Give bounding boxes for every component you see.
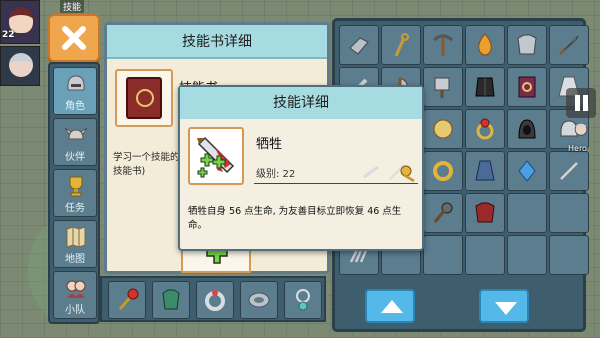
steel-armor-icon <box>517 34 537 55</box>
inventory-slot[interactable] <box>381 25 421 65</box>
hero-portrait-icon <box>574 123 588 136</box>
mace-icon <box>433 202 453 223</box>
ruby-staff-icon <box>118 288 139 310</box>
ruby-ring-icon <box>476 118 494 140</box>
skill-detail-dialog: 技能详细 牺牲 级别: 22 牺牲自身 56 点生命, 为友善目标立即恢复 46… <box>178 85 424 251</box>
hero-label: Hero <box>568 144 587 153</box>
skill-description: 牺牲自身 56 点生命, 为友善目标立即恢复 46 点生命。 <box>188 206 402 231</box>
inventory-slot[interactable] <box>507 193 547 233</box>
quick-slot[interactable] <box>240 281 278 319</box>
skill-icon-frame <box>188 127 244 185</box>
spell-book-icon <box>518 76 536 98</box>
inventory-slot[interactable] <box>549 25 589 65</box>
inventory-slot[interactable] <box>465 67 505 107</box>
inventory-slot[interactable] <box>423 25 463 65</box>
inventory-slot[interactable] <box>423 193 463 233</box>
nav-label: 伙伴 <box>65 152 85 163</box>
inventory-slot[interactable] <box>549 151 589 191</box>
blue-gem-icon <box>518 160 536 182</box>
helmet-icon <box>67 75 85 91</box>
quick-slot[interactable] <box>108 281 146 319</box>
nav-label: 小队 <box>65 305 85 316</box>
silver-ring-icon <box>205 290 225 311</box>
fire-gem-icon <box>478 33 492 56</box>
inventory-slot[interactable] <box>507 235 547 275</box>
inventory-slot[interactable] <box>423 67 463 107</box>
scroll-down-button[interactable] <box>479 289 529 323</box>
skill-book-icon <box>126 77 162 119</box>
nav-item-party[interactable]: 小队 <box>53 271 97 319</box>
inventory-slot[interactable] <box>465 109 505 149</box>
blue-cloak-icon <box>475 160 495 181</box>
quick-slot[interactable] <box>284 281 322 319</box>
skill-name: 牺牲 <box>256 137 283 152</box>
nav-item-map[interactable]: 地图 <box>53 220 97 268</box>
inventory-slot[interactable] <box>465 151 505 191</box>
inventory-slot[interactable] <box>423 109 463 149</box>
nav-label: 任务 <box>65 203 85 214</box>
close-button[interactable] <box>48 14 100 62</box>
quick-bar <box>100 276 326 322</box>
hood-icon <box>518 119 536 139</box>
trophy-icon <box>69 176 83 197</box>
quick-slot[interactable] <box>196 281 234 319</box>
inventory-slot[interactable] <box>507 25 547 65</box>
horned-helmet-icon <box>64 127 88 140</box>
scroll-up-button[interactable] <box>365 289 415 323</box>
close-icon <box>62 26 86 50</box>
companion-portrait[interactable] <box>0 46 40 86</box>
nav-item-quest[interactable]: 任务 <box>53 169 97 217</box>
inventory-slot[interactable] <box>465 25 505 65</box>
inventory-slot[interactable] <box>423 235 463 275</box>
weapon-type-icons <box>363 164 415 183</box>
level-badge: 22 <box>2 30 15 40</box>
amulet-icon <box>296 289 310 311</box>
inventory-slot[interactable] <box>507 151 547 191</box>
nav-item-character[interactable]: 角色 <box>53 67 97 115</box>
inventory-slot[interactable] <box>549 193 589 233</box>
inventory-slot[interactable] <box>423 151 463 191</box>
inventory-slot[interactable] <box>549 235 589 275</box>
pickaxe-icon <box>433 34 453 56</box>
gold-ring-icon <box>433 161 453 181</box>
inventory-slot[interactable] <box>465 235 505 275</box>
map-icon <box>66 226 86 248</box>
party-icon <box>66 280 86 298</box>
gauntlet-icon <box>349 37 369 55</box>
thin-sword-icon <box>560 162 578 180</box>
top-label: 技能 <box>60 0 85 13</box>
panel-title: 技能书详细 <box>107 25 327 59</box>
cleaver-icon <box>434 77 450 98</box>
quick-slot[interactable] <box>152 281 190 319</box>
inventory-slot[interactable] <box>507 109 547 149</box>
green-armor-icon <box>162 289 180 310</box>
inventory-slot[interactable] <box>465 193 505 233</box>
staff-icon <box>394 33 409 57</box>
side-nav: 角色 伙伴 任务 地图 小队 <box>48 62 100 324</box>
orb-icon <box>433 119 453 139</box>
silver-bracer-icon <box>248 292 270 308</box>
inventory-slot[interactable] <box>507 67 547 107</box>
nav-label: 角色 <box>65 101 85 112</box>
skill-level: 级别: 22 <box>256 169 296 180</box>
nav-item-partner[interactable]: 伙伴 <box>53 118 97 166</box>
nav-label: 地图 <box>65 254 85 265</box>
book-icon-frame <box>115 69 173 127</box>
dagger-icon <box>558 35 579 56</box>
dialog-title: 技能详细 <box>180 87 422 119</box>
sacrifice-skill-icon <box>197 136 235 178</box>
inventory-slot[interactable] <box>339 25 379 65</box>
crimson-armor-icon <box>475 202 495 223</box>
pause-button[interactable] <box>566 88 596 118</box>
dark-robe-icon <box>475 77 495 97</box>
divider <box>254 183 418 184</box>
